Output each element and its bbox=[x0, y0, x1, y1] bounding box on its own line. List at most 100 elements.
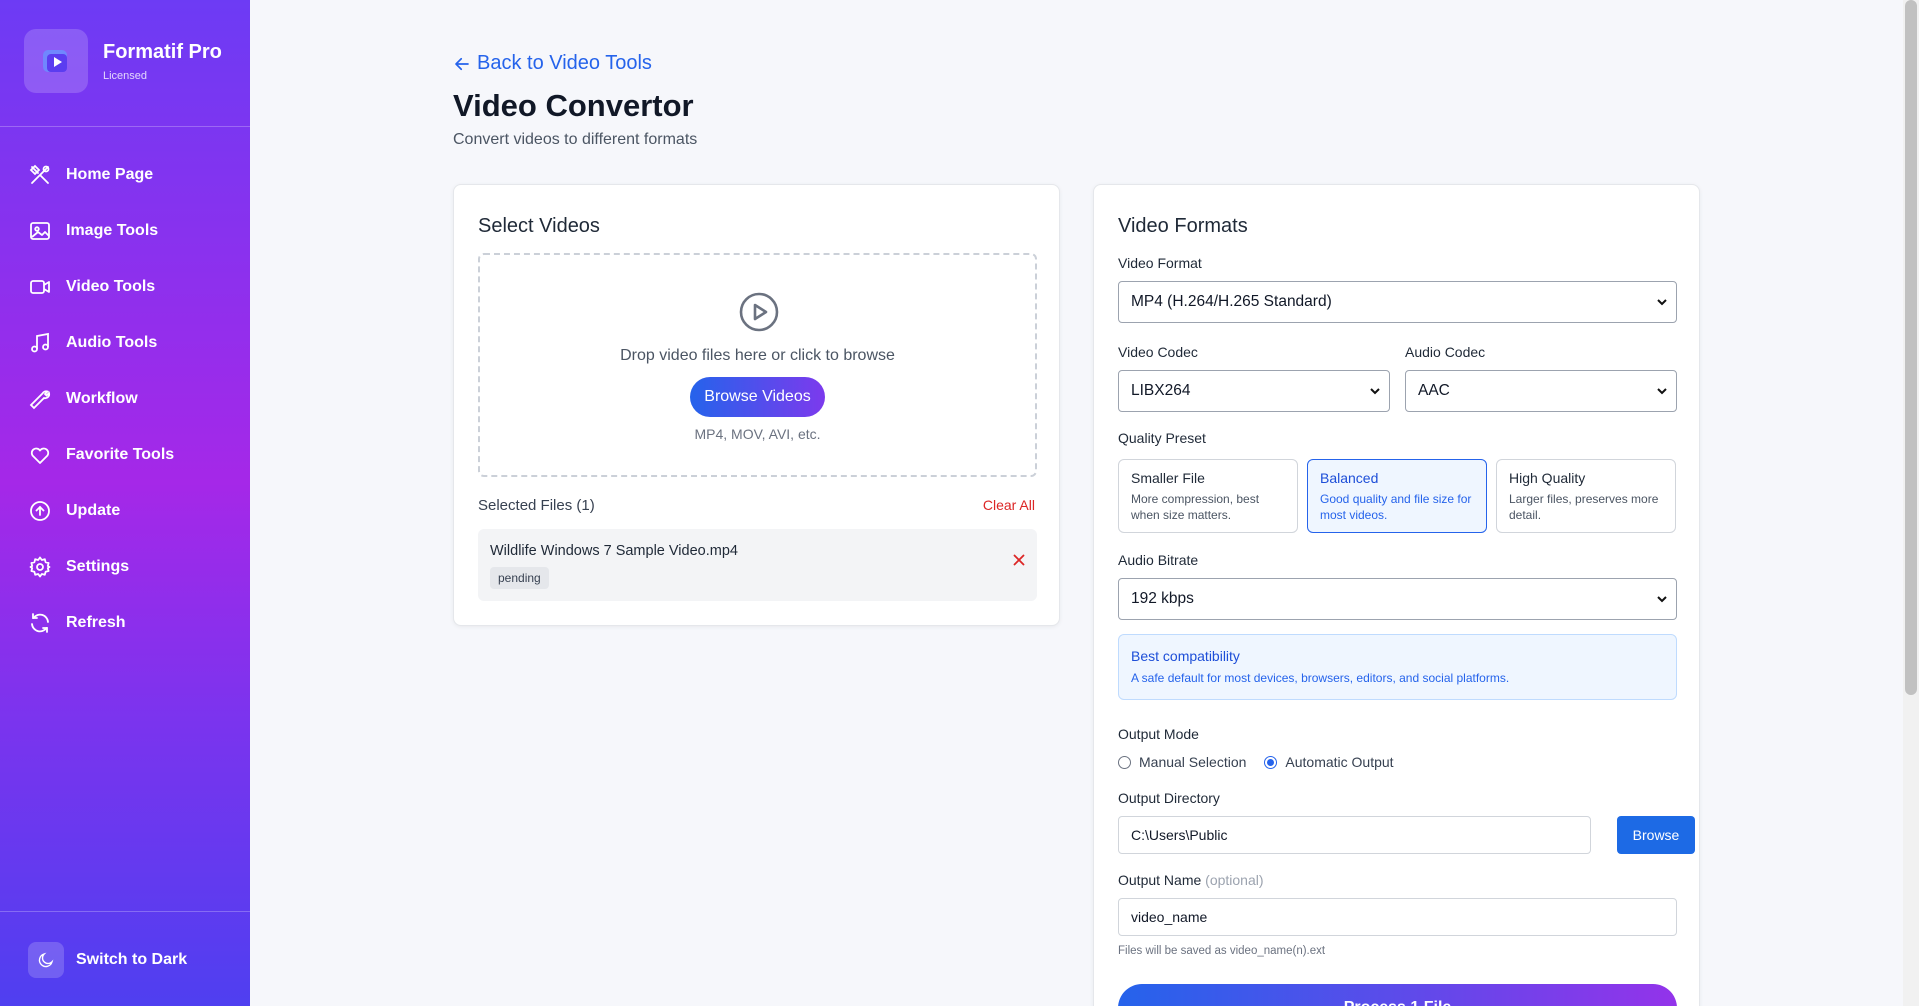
preset-title: Smaller File bbox=[1131, 470, 1205, 486]
browse-directory-button[interactable]: Browse bbox=[1617, 816, 1695, 854]
sidebar-item-refresh[interactable]: Refresh bbox=[0, 595, 250, 651]
sidebar-item-settings[interactable]: Settings bbox=[0, 539, 250, 595]
save-hint: Files will be saved as video_name(n).ext bbox=[1118, 945, 1326, 957]
sidebar-item-video-tools[interactable]: Video Tools bbox=[0, 259, 250, 315]
preset-high-quality[interactable]: High Quality Larger files, preserves mor… bbox=[1496, 459, 1676, 533]
license-status: Licensed bbox=[103, 69, 148, 82]
play-circle-icon bbox=[739, 292, 779, 332]
back-link[interactable]: Back to Video Tools bbox=[453, 52, 652, 75]
sidebar-item-label: Home Page bbox=[66, 166, 154, 183]
preset-balanced[interactable]: Balanced Good quality and file size for … bbox=[1307, 459, 1487, 533]
brand[interactable]: Formatif Pro Licensed bbox=[24, 29, 222, 93]
video-codec-select[interactable]: LIBX264 bbox=[1118, 370, 1390, 412]
page-subtitle: Convert videos to different formats bbox=[453, 131, 698, 148]
sidebar-item-image-tools[interactable]: Image Tools bbox=[0, 203, 250, 259]
supported-formats-hint: MP4, MOV, AVI, etc. bbox=[694, 426, 821, 442]
sidebar-item-label: Settings bbox=[66, 558, 130, 575]
output-mode-group: Manual Selection Automatic Output bbox=[1118, 754, 1412, 770]
preset-title: High Quality bbox=[1509, 470, 1586, 486]
video-format-select[interactable]: MP4 (H.264/H.265 Standard) bbox=[1118, 281, 1677, 323]
sidebar-item-update[interactable]: Update bbox=[0, 483, 250, 539]
theme-toggle-button[interactable]: Switch to Dark bbox=[28, 942, 187, 978]
sidebar-item-label: Video Tools bbox=[66, 278, 156, 295]
output-directory-input[interactable] bbox=[1118, 816, 1591, 854]
video-codec-label: Video Codec bbox=[1118, 344, 1198, 360]
selected-files-heading: Selected Files (1) bbox=[478, 497, 595, 514]
sidebar-item-label: Refresh bbox=[66, 614, 126, 631]
theme-toggle-label: Switch to Dark bbox=[76, 951, 188, 968]
tools-icon bbox=[29, 164, 50, 184]
file-name: Wildlife Windows 7 Sample Video.mp4 bbox=[490, 543, 738, 559]
video-codec-value: LIBX264 bbox=[1131, 382, 1191, 399]
audio-bitrate-value: 192 kbps bbox=[1131, 590, 1194, 607]
radio-automatic-output[interactable] bbox=[1264, 755, 1278, 769]
radio-label[interactable]: Automatic Output bbox=[1285, 754, 1393, 770]
select-videos-card: Select Videos Drop video files here or c… bbox=[453, 184, 1060, 626]
heart-icon bbox=[30, 447, 50, 464]
audio-codec-label: Audio Codec bbox=[1405, 344, 1486, 360]
moon-icon bbox=[28, 942, 64, 978]
page-title: Video Convertor bbox=[453, 88, 694, 123]
status-badge: pending bbox=[490, 567, 549, 589]
preset-description: Good quality and file size for most vide… bbox=[1320, 492, 1472, 522]
sidebar-item-home-page[interactable]: Home Page bbox=[0, 147, 250, 203]
preset-smaller-file[interactable]: Smaller File More compression, best when… bbox=[1118, 459, 1298, 533]
sidebar-item-favorite-tools[interactable]: Favorite Tools bbox=[0, 427, 250, 483]
process-files-button[interactable]: Process 1 File bbox=[1118, 984, 1677, 1006]
sidebar-item-label: Image Tools bbox=[66, 222, 159, 239]
gear-icon bbox=[29, 556, 51, 578]
video-formats-card: Video Formats Video Format MP4 (H.264/H.… bbox=[1093, 184, 1700, 1006]
output-name-label: Output Name (optional) bbox=[1118, 872, 1264, 888]
refresh-icon bbox=[31, 613, 49, 633]
arrow-left-icon bbox=[455, 57, 469, 70]
scrollbar[interactable] bbox=[1903, 0, 1919, 1006]
chevron-down-icon bbox=[1657, 596, 1667, 603]
divider bbox=[0, 126, 250, 127]
chevron-down-icon bbox=[1370, 388, 1380, 395]
image-icon bbox=[30, 222, 50, 240]
video-format-label: Video Format bbox=[1118, 255, 1202, 271]
sidebar-item-label: Audio Tools bbox=[66, 334, 158, 351]
close-icon[interactable] bbox=[1013, 554, 1025, 566]
output-name-input[interactable] bbox=[1118, 898, 1677, 936]
divider bbox=[0, 911, 250, 912]
sidebar-nav: Home Page Image Tools Video Tools Audio … bbox=[0, 147, 250, 651]
clear-all-button[interactable]: Clear All bbox=[983, 497, 1035, 513]
output-directory-label: Output Directory bbox=[1118, 790, 1220, 806]
format-info-box: Best compatibility A safe default for mo… bbox=[1118, 634, 1677, 700]
wrench-icon bbox=[29, 390, 51, 410]
output-name-label-text: Output Name bbox=[1118, 872, 1202, 888]
preset-description: More compression, best when size matters… bbox=[1131, 492, 1260, 522]
video-dropzone[interactable]: Drop video files here or click to browse… bbox=[478, 253, 1037, 477]
audio-codec-value: AAC bbox=[1418, 382, 1450, 399]
radio-label[interactable]: Manual Selection bbox=[1139, 754, 1246, 770]
back-link-label: Back to Video Tools bbox=[477, 52, 652, 74]
sidebar-item-audio-tools[interactable]: Audio Tools bbox=[0, 315, 250, 371]
audio-bitrate-label: Audio Bitrate bbox=[1118, 552, 1199, 568]
audio-codec-select[interactable]: AAC bbox=[1405, 370, 1677, 412]
chevron-down-icon bbox=[1657, 388, 1667, 395]
audio-bitrate-select[interactable]: 192 kbps bbox=[1118, 578, 1677, 620]
preset-description: Larger files, preserves more detail. bbox=[1509, 492, 1659, 522]
card-title: Video Formats bbox=[1118, 215, 1248, 237]
file-list-item: Wildlife Windows 7 Sample Video.mp4 pend… bbox=[478, 529, 1037, 601]
info-description: A safe default for most devices, browser… bbox=[1131, 671, 1510, 685]
quality-preset-label: Quality Preset bbox=[1118, 430, 1206, 446]
preset-title: Balanced bbox=[1320, 470, 1379, 486]
browse-videos-button[interactable]: Browse Videos bbox=[690, 377, 825, 417]
info-title: Best compatibility bbox=[1131, 648, 1240, 664]
output-mode-label: Output Mode bbox=[1118, 726, 1199, 742]
sidebar: Formatif Pro Licensed Home Page Image To… bbox=[0, 0, 250, 1006]
sidebar-item-workflow[interactable]: Workflow bbox=[0, 371, 250, 427]
radio-manual-selection[interactable] bbox=[1118, 755, 1131, 769]
optional-tag: (optional) bbox=[1205, 872, 1264, 888]
music-icon bbox=[31, 332, 49, 353]
card-title: Select Videos bbox=[478, 215, 600, 237]
upload-circle-icon bbox=[30, 501, 50, 521]
chevron-down-icon bbox=[1657, 299, 1667, 306]
sidebar-item-label: Workflow bbox=[66, 390, 138, 407]
app-logo-icon bbox=[24, 29, 88, 93]
sidebar-item-label: Favorite Tools bbox=[66, 446, 175, 463]
sidebar-item-label: Update bbox=[66, 502, 121, 519]
scrollbar-thumb[interactable] bbox=[1905, 0, 1917, 695]
